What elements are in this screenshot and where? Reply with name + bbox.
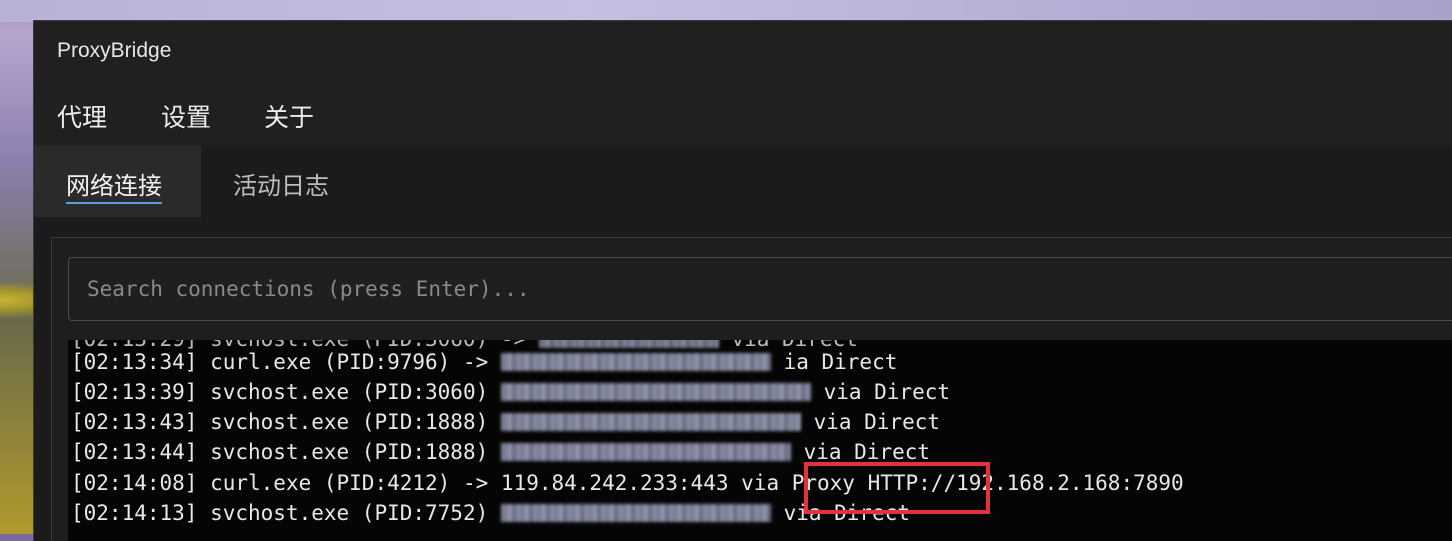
tab-activity-log[interactable]: 活动日志 <box>201 145 371 217</box>
app-window: ProxyBridge 代理 设置 关于 网络连接 活动日志 [02:13:29… <box>33 20 1452 541</box>
log-route: ia Direct <box>783 350 898 374</box>
menu-bar: 代理 设置 关于 <box>34 81 1452 145</box>
log-process: svchost.exe (PID:3060) <box>210 380 489 404</box>
search-input[interactable] <box>68 257 1452 321</box>
title-bar[interactable]: ProxyBridge <box>34 21 1452 81</box>
menu-item-settings[interactable]: 设置 <box>161 98 211 134</box>
log-line: [02:13:34] curl.exe (PID:9796) -> ia Dir… <box>71 347 897 377</box>
log-time: [02:14:08] <box>71 471 198 495</box>
log-route: via Proxy HTTP://192.168.2.168:7890 <box>741 471 1184 495</box>
log-time: [02:13:34] <box>71 350 198 374</box>
log-time: [02:13:44] <box>71 440 198 464</box>
log-time: [02:13:39] <box>71 380 198 404</box>
log-line: [02:13:39] svchost.exe (PID:3060) via Di… <box>71 377 950 407</box>
log-process: curl.exe (PID:4212) <box>210 471 451 495</box>
log-line: [02:14:08] curl.exe (PID:4212) -> 119.84… <box>71 468 1184 498</box>
connection-log[interactable]: [02:13:29] svchost.exe (PID:3060) -> via… <box>68 340 1452 541</box>
redacted-address <box>500 442 791 461</box>
redacted-address <box>500 412 801 431</box>
log-time: [02:14:13] <box>71 501 198 525</box>
log-arrow: -> <box>462 471 489 495</box>
log-line: [02:14:13] svchost.exe (PID:7752) via Di… <box>71 498 910 528</box>
menu-item-proxy[interactable]: 代理 <box>57 98 107 134</box>
log-route: via Direct <box>823 380 950 404</box>
tab-connections-label: 网络连接 <box>66 166 162 204</box>
log-route: via Direct <box>813 410 940 434</box>
log-line: [02:13:44] svchost.exe (PID:1888) via Di… <box>71 437 930 467</box>
log-route: via Direct <box>783 501 910 525</box>
log-process: svchost.exe (PID:1888) <box>210 410 489 434</box>
tab-strip: 网络连接 活动日志 <box>34 145 1452 217</box>
log-process: svchost.exe (PID:1888) <box>210 440 489 464</box>
log-target: 119.84.242.233:443 <box>500 471 729 495</box>
app-title: ProxyBridge <box>57 39 172 62</box>
desktop-wallpaper-top <box>0 0 1452 22</box>
redacted-address <box>500 382 811 401</box>
connections-panel: [02:13:29] svchost.exe (PID:3060) -> via… <box>51 237 1452 541</box>
tab-activity-log-label: 活动日志 <box>233 172 329 200</box>
log-process: curl.exe (PID:9796) <box>210 350 451 374</box>
log-route: via Direct <box>803 440 930 464</box>
menu-item-about[interactable]: 关于 <box>264 98 314 134</box>
log-process: svchost.exe (PID:7752) <box>210 501 489 525</box>
redacted-address <box>500 352 771 371</box>
log-line: [02:13:43] svchost.exe (PID:1888) via Di… <box>71 407 940 437</box>
redacted-address <box>500 503 771 522</box>
tab-content: [02:13:29] svchost.exe (PID:3060) -> via… <box>34 217 1452 541</box>
log-arrow: -> <box>462 350 489 374</box>
log-time: [02:13:43] <box>71 410 198 434</box>
tab-connections[interactable]: 网络连接 <box>34 145 201 217</box>
